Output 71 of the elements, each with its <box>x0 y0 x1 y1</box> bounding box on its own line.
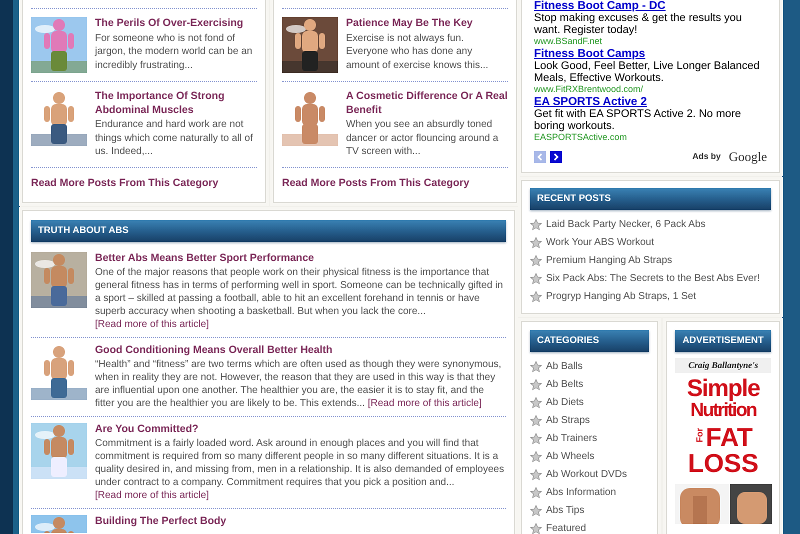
section-header: CATEGORIES <box>530 330 650 352</box>
ad-text: Get fit with EA SPORTS Active 2. No more boring workouts. <box>534 108 742 132</box>
category-link[interactable]: Abs Tips <box>530 502 650 520</box>
ad-url: EASPORTSActive.com <box>534 132 628 143</box>
category-link[interactable]: Ab Wheels <box>530 448 650 466</box>
banner-author: Craig Ballantyne's <box>675 358 771 373</box>
star-icon <box>530 504 542 517</box>
star-icon <box>530 290 542 303</box>
star-icon <box>530 218 542 231</box>
recent-post-link[interactable]: Laid Back Party Necker, 6 Pack Abs <box>530 216 771 234</box>
star-icon <box>530 522 542 534</box>
star-icon <box>530 360 542 373</box>
ad-text: Stop making excuses & get the results you want. Register today! <box>534 12 743 36</box>
post-excerpt: For someone who is not fond of jargon, the modern world can be an incredibly frustrating... <box>95 32 254 72</box>
post-title[interactable]: The Perils Of Over-Exercising <box>95 17 257 30</box>
post-excerpt: Endurance and hard work are not things which come naturally to all of us. Indeed,... <box>95 118 254 158</box>
category-link[interactable]: Ab Belts <box>530 376 650 394</box>
category-link[interactable]: Featured <box>530 520 650 534</box>
recent-post-link[interactable]: Work Your ABS Workout <box>530 234 771 252</box>
post-title[interactable]: A Cosmetic Difference Or A Real Benefit <box>346 90 508 117</box>
category-link[interactable]: Ab Straps <box>530 412 650 430</box>
ad-url: www.FitRXBrentwood.com/ <box>534 84 644 95</box>
banner-headline: FAT <box>706 424 753 450</box>
category-link[interactable]: Ab Balls <box>530 358 650 376</box>
section-header: ADVERTISEMENT <box>675 330 771 352</box>
ad-title[interactable]: EA SPORTS Active 2 <box>534 96 767 108</box>
ads-label: Ads by <box>692 150 721 164</box>
post-title[interactable]: Building The Perfect Body <box>95 515 506 528</box>
category-link[interactable]: Ab Workout DVDs <box>530 466 650 484</box>
category-link[interactable]: Ab Diets <box>530 394 650 412</box>
star-icon <box>530 450 542 463</box>
category-link[interactable]: Read More Posts From This Category <box>282 176 470 192</box>
post-excerpt: Exercise is not always fun. Everyone who has done any amount of exercise knows this... <box>346 32 490 72</box>
post-title[interactable]: The Importance Of Strong Abdominal Muscles <box>95 90 257 117</box>
post-excerpt: One of the major reasons that people work on their physical fitness is the importance that general fitness has in terms of performing well in sport. Someone can be technically gifted in a sport – skilled at passing a football, able to hit an excellent forehand in tennis or have superb accuracy when shooting a basketball. But when you lack the core... [Read more of this article] <box>95 266 504 332</box>
category-link[interactable]: Abs Information <box>530 484 650 502</box>
post-excerpt: “Health” and “fitness” are two terms which are often used as though they were synonymous, when in reality they are not. However, the reason that they are used in this way is that they are influential upon one another. The healthier you are, the easier it is to stay fit, and the fitter you are the healthier you are likely to be. This extends... [Read more of this article] <box>95 358 502 410</box>
star-icon <box>530 378 542 391</box>
category-link[interactable]: Ab Trainers <box>530 430 650 448</box>
read-more-link[interactable]: [Read more of this article] <box>95 319 209 330</box>
ad-title[interactable]: Fitness Boot Camps <box>534 48 767 60</box>
ad-url: www.BSandF.net <box>534 36 604 47</box>
post-excerpt: Commitment is a fairly loaded word. Ask around in enough places and you will find that commitment is required from so many different people in so many different situations. It is a quality desired in, and missing from, men in a relationship. It is also demanded of employees under contract to a company. Commitment requires that you pick a position and... [Read more of this article] <box>95 437 506 502</box>
section-header: TRUTH ABOUT ABS <box>31 220 506 242</box>
ad-text: Look Good, Feel Better, Live Longer Balanced Meals, Effective Workouts. <box>534 60 761 84</box>
star-icon <box>530 432 542 445</box>
star-icon <box>530 236 542 249</box>
post-title[interactable]: Are You Committed? <box>95 423 506 436</box>
banner-headline: Nutrition <box>690 400 756 420</box>
star-icon <box>530 254 542 267</box>
read-more-link[interactable]: [Read more of this article] <box>368 398 482 410</box>
recent-post-link[interactable]: Premium Hanging Ab Straps <box>530 252 771 270</box>
read-more-link[interactable]: [Read more of this article] <box>95 490 209 502</box>
banner-headline: LOSS <box>686 450 760 476</box>
star-icon <box>530 486 542 499</box>
recent-post-link[interactable]: Progryp Hanging Ab Straps, 1 Set <box>530 288 771 306</box>
google-logo: Google <box>728 148 767 166</box>
star-icon <box>530 468 542 481</box>
ad-title[interactable]: Fitness Boot Camp - DC <box>534 0 767 12</box>
post-title[interactable]: Patience May Be The Key <box>346 17 508 30</box>
star-icon <box>530 396 542 409</box>
banner-word: For <box>695 430 704 443</box>
banner-headline: Simple <box>686 376 761 401</box>
post-title[interactable]: Better Abs Means Better Sport Performance <box>95 252 506 266</box>
section-header: RECENT POSTS <box>530 188 771 210</box>
post-title[interactable]: Good Conditioning Means Overall Better Health <box>95 344 506 358</box>
recent-post-link[interactable]: Six Pack Abs: The Secrets to the Best Abs Ever! <box>530 270 771 288</box>
post-excerpt: When you see an absurdly toned dancer or actor flouncing around a TV screen with... <box>346 118 500 158</box>
star-icon <box>530 414 542 427</box>
category-link[interactable]: Read More Posts From This Category <box>31 176 218 192</box>
star-icon <box>530 272 542 285</box>
